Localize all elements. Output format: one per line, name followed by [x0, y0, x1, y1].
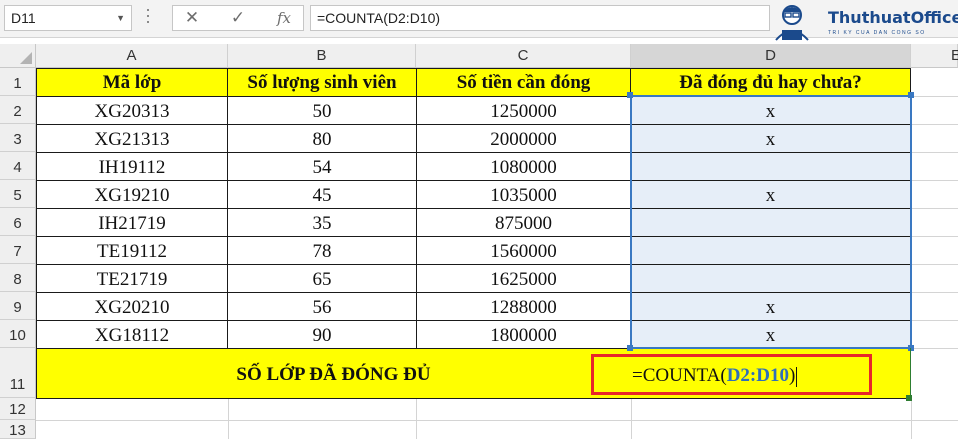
cell-d6[interactable] — [631, 209, 910, 236]
column-header-d[interactable]: D — [631, 44, 911, 68]
logo-tagline: TRI KY CUA DAN CONG SO — [828, 30, 926, 36]
cell-b8[interactable]: 65 — [228, 265, 416, 292]
cell-a8[interactable]: TE21719 — [37, 265, 227, 292]
cell-b7[interactable]: 78 — [228, 237, 416, 264]
row-header-10[interactable]: 10 — [0, 320, 36, 348]
header-cell-class-code[interactable]: Mã lớp — [37, 69, 227, 96]
cell-d9[interactable]: x — [631, 293, 910, 320]
cell-a4[interactable]: IH19112 — [37, 153, 227, 180]
row-header-1[interactable]: 1 — [0, 68, 36, 96]
row-header-6[interactable]: 6 — [0, 208, 36, 236]
cell-d2[interactable]: x — [631, 97, 910, 124]
cell-b6[interactable]: 35 — [228, 209, 416, 236]
brand-logo: ThuthuatOffice TRI KY CUA DAN CONG SO — [768, 2, 958, 42]
cell-a9[interactable]: XG20210 — [37, 293, 227, 320]
name-box-value: D11 — [11, 10, 36, 26]
column-header-b[interactable]: B — [228, 44, 416, 68]
cell-a10[interactable]: XG18112 — [37, 321, 227, 348]
highlight-box — [591, 354, 872, 395]
cell-b9[interactable]: 56 — [228, 293, 416, 320]
cell-a5[interactable]: XG19210 — [37, 181, 227, 208]
row-header-3[interactable]: 3 — [0, 124, 36, 152]
cell-b10[interactable]: 90 — [228, 321, 416, 348]
header-cell-amount-due[interactable]: Số tiền cần đóng — [417, 69, 630, 96]
column-header-c[interactable]: C — [416, 44, 631, 68]
cell-c8[interactable]: 1625000 — [417, 265, 630, 292]
summary-label-cell[interactable]: SỐ LỚP ĐÃ ĐÓNG ĐỦ — [37, 349, 630, 398]
cell-c3[interactable]: 2000000 — [417, 125, 630, 152]
formula-buttons: ✕ ✓ fx — [172, 5, 304, 31]
row-header-11[interactable]: 11 — [0, 348, 36, 398]
header-cell-student-count[interactable]: Số lượng sinh viên — [228, 69, 416, 96]
cell-a6[interactable]: IH21719 — [37, 209, 227, 236]
cell-d5[interactable]: x — [631, 181, 910, 208]
row-header-8[interactable]: 8 — [0, 264, 36, 292]
cell-d3[interactable]: x — [631, 125, 910, 152]
cancel-icon[interactable]: ✕ — [177, 6, 207, 30]
fill-handle[interactable] — [906, 395, 912, 401]
cell-c2[interactable]: 1250000 — [417, 97, 630, 124]
cell-d4[interactable] — [631, 153, 910, 180]
drag-handle-icon[interactable] — [146, 9, 150, 27]
insert-function-icon[interactable]: fx — [269, 6, 299, 30]
row-header-2[interactable]: 2 — [0, 96, 36, 124]
column-header-a[interactable]: A — [36, 44, 228, 68]
formula-input[interactable]: =COUNTA(D2:D10) — [310, 5, 770, 31]
cell-d7[interactable] — [631, 237, 910, 264]
column-header-e[interactable]: E — [911, 44, 958, 68]
name-box[interactable]: D11 ▼ — [4, 5, 132, 31]
cell-c10[interactable]: 1800000 — [417, 321, 630, 348]
cell-b5[interactable]: 45 — [228, 181, 416, 208]
row-header-12[interactable]: 12 — [0, 398, 36, 420]
cell-c4[interactable]: 1080000 — [417, 153, 630, 180]
cell-d8[interactable] — [631, 265, 910, 292]
chevron-down-icon[interactable]: ▼ — [116, 6, 125, 30]
cell-a7[interactable]: TE19112 — [37, 237, 227, 264]
logo-mascot-icon — [775, 5, 809, 41]
cell-b4[interactable]: 54 — [228, 153, 416, 180]
cell-c9[interactable]: 1288000 — [417, 293, 630, 320]
select-all-button[interactable] — [0, 44, 36, 68]
cell-a3[interactable]: XG21313 — [37, 125, 227, 152]
cell-c7[interactable]: 1560000 — [417, 237, 630, 264]
enter-icon[interactable]: ✓ — [223, 6, 253, 30]
row-header-9[interactable]: 9 — [0, 292, 36, 320]
cell-c5[interactable]: 1035000 — [417, 181, 630, 208]
row-header-4[interactable]: 4 — [0, 152, 36, 180]
logo-brand-text: ThuthuatOffice — [828, 8, 958, 27]
row-header-5[interactable]: 5 — [0, 180, 36, 208]
cell-c6[interactable]: 875000 — [417, 209, 630, 236]
cell-d10[interactable]: x — [631, 321, 910, 348]
cell-b2[interactable]: 50 — [228, 97, 416, 124]
header-cell-paid-status[interactable]: Đã đóng đủ hay chưa? — [631, 69, 910, 96]
active-cell-edge — [910, 348, 911, 398]
cell-a2[interactable]: XG20313 — [37, 97, 227, 124]
row-header-13[interactable]: 13 — [0, 420, 36, 439]
row-header-7[interactable]: 7 — [0, 236, 36, 264]
cell-b3[interactable]: 80 — [228, 125, 416, 152]
